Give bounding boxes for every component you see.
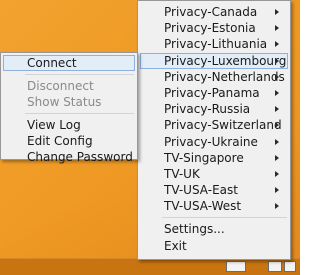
- menu-item-privacy-canada[interactable]: Privacy-Canada: [140, 4, 288, 20]
- submenu-arrow-icon: [275, 41, 279, 48]
- menu-item-label: Connect: [27, 56, 77, 70]
- disconnect-button: Disconnect: [3, 78, 135, 94]
- menu-item-tv-uk[interactable]: TV-UK: [140, 166, 288, 182]
- submenu-arrow-icon: [275, 203, 279, 210]
- menu-item-label: Privacy-Switzerland: [164, 118, 282, 133]
- show-status-button: Show Status: [3, 94, 135, 110]
- menu-item-label: Privacy-Luxembourg: [164, 53, 287, 68]
- menu-item-label: Privacy-Russia: [164, 102, 251, 117]
- connection-submenu: Connect Disconnect Show Status View Log …: [0, 52, 138, 164]
- menu-separator: [25, 74, 134, 75]
- menu-item-privacy-russia[interactable]: Privacy-Russia: [140, 101, 288, 117]
- menu-item-label: TV-Singapore: [164, 150, 244, 165]
- view-log-button[interactable]: View Log: [3, 117, 135, 133]
- tray-network-icon[interactable]: [284, 261, 296, 272]
- menu-item-label: TV-UK: [164, 166, 200, 181]
- submenu-arrow-icon: [275, 187, 279, 194]
- menu-item-label: Privacy-Lithuania: [164, 37, 268, 52]
- menu-item-label: Show Status: [27, 95, 102, 109]
- menu-item-privacy-netherlands[interactable]: Privacy-Netherlands: [140, 69, 288, 85]
- menu-item-label: Change Password: [27, 150, 133, 164]
- taskbar: [0, 258, 300, 275]
- menu-item-label: View Log: [27, 118, 81, 132]
- menu-item-label: Disconnect: [27, 79, 94, 93]
- submenu-arrow-icon: [275, 106, 279, 113]
- menu-item-tv-usa-west[interactable]: TV-USA-West: [140, 198, 288, 214]
- menu-item-label: Privacy-Estonia: [164, 21, 256, 36]
- menu-separator: [25, 113, 134, 114]
- submenu-arrow-icon: [275, 122, 279, 129]
- menu-item-label: Settings...: [164, 222, 225, 237]
- tray-keyboard-icon[interactable]: [226, 261, 246, 272]
- edit-config-button[interactable]: Edit Config: [3, 133, 135, 149]
- menu-item-label: TV-USA-West: [164, 199, 242, 214]
- menu-item-label: Privacy-Netherlands: [164, 69, 285, 84]
- menu-item-label: TV-USA-East: [164, 183, 238, 198]
- menu-item-label: Exit: [164, 238, 187, 253]
- menu-item-label: Edit Config: [27, 134, 93, 148]
- submenu-arrow-icon: [275, 9, 279, 15]
- submenu-arrow-icon: [275, 138, 279, 145]
- connect-button[interactable]: Connect: [3, 55, 135, 71]
- vpn-server-menu: Privacy-Canada Privacy-Estonia Privacy-L…: [137, 0, 291, 260]
- submenu-arrow-icon: [275, 57, 279, 64]
- menu-item-exit[interactable]: Exit: [140, 238, 288, 254]
- submenu-arrow-icon: [275, 73, 279, 80]
- menu-item-label: Privacy-Canada: [164, 5, 258, 19]
- submenu-arrow-icon: [275, 154, 279, 161]
- menu-item-privacy-panama[interactable]: Privacy-Panama: [140, 85, 288, 101]
- menu-item-settings[interactable]: Settings...: [140, 221, 288, 237]
- menu-item-privacy-ukraine[interactable]: Privacy-Ukraine: [140, 134, 288, 150]
- menu-item-privacy-estonia[interactable]: Privacy-Estonia: [140, 20, 288, 36]
- submenu-arrow-icon: [275, 170, 279, 177]
- menu-item-privacy-lithuania[interactable]: Privacy-Lithuania: [140, 36, 288, 52]
- menu-item-privacy-switzerland[interactable]: Privacy-Switzerland: [140, 117, 288, 133]
- submenu-arrow-icon: [275, 89, 279, 96]
- menu-separator: [162, 217, 287, 219]
- menu-item-tv-usa-east[interactable]: TV-USA-East: [140, 182, 288, 198]
- change-password-button[interactable]: Change Password: [3, 149, 135, 165]
- menu-item-label: Privacy-Panama: [164, 85, 260, 100]
- submenu-arrow-icon: [275, 25, 279, 32]
- menu-item-tv-singapore[interactable]: TV-Singapore: [140, 150, 288, 166]
- tray-vpn-icon[interactable]: [268, 261, 282, 272]
- menu-item-privacy-luxembourg[interactable]: Privacy-Luxembourg: [140, 52, 288, 69]
- menu-item-label: Privacy-Ukraine: [164, 134, 258, 149]
